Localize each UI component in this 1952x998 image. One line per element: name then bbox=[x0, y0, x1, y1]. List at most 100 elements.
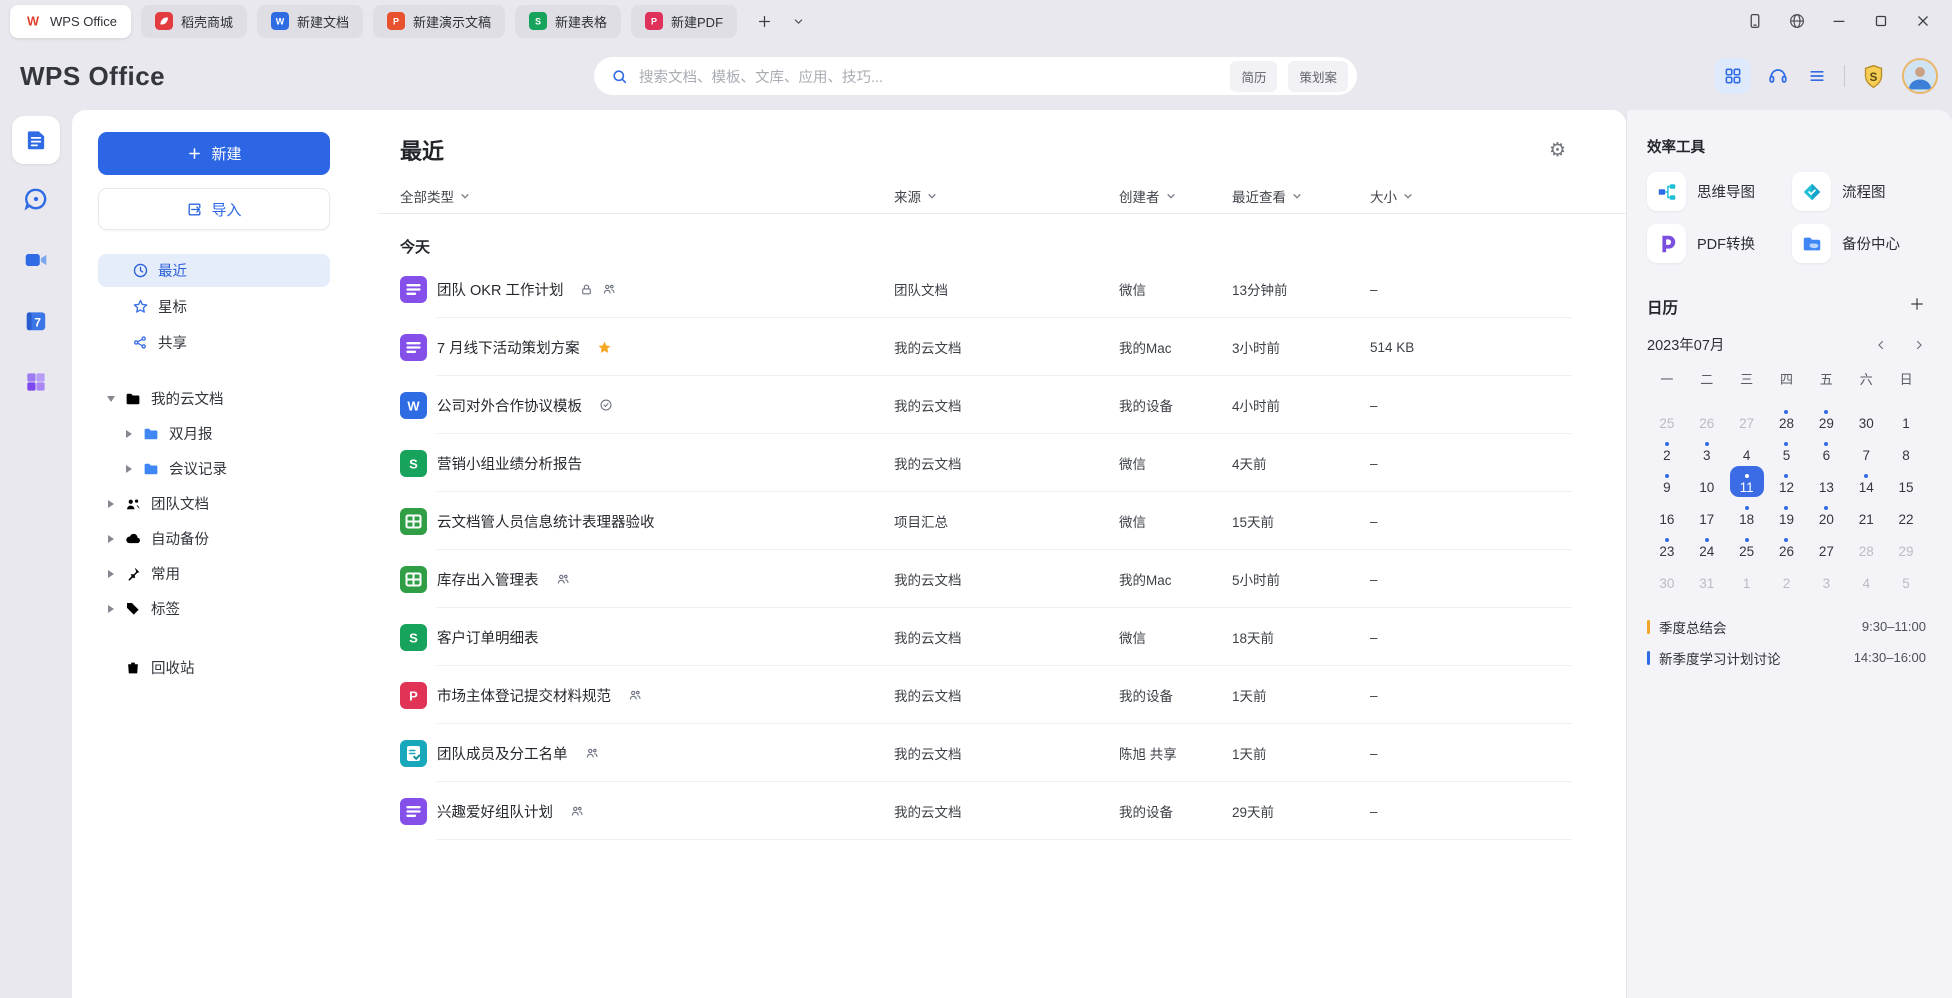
tree-item[interactable]: 常用 bbox=[98, 556, 348, 591]
search-tag-plan[interactable]: 策划案 bbox=[1288, 61, 1348, 92]
import-button[interactable]: 导入 bbox=[98, 188, 330, 230]
calendar-next-icon[interactable] bbox=[1912, 338, 1926, 352]
calendar-day[interactable]: 23 bbox=[1647, 529, 1687, 561]
calendar-day[interactable]: 26 bbox=[1767, 529, 1807, 561]
calendar-event[interactable]: 季度总结会 9:30–11:00 bbox=[1647, 611, 1926, 642]
file-row[interactable]: P 市场主体登记提交材料规范 我的云文档 我的设备 1天前 – bbox=[400, 666, 1602, 724]
sidebar-item-share[interactable]: 共享 bbox=[98, 326, 330, 359]
calendar-day[interactable]: 22 bbox=[1886, 497, 1926, 529]
calendar-day[interactable]: 1 bbox=[1886, 401, 1926, 433]
new-tab-plus-icon[interactable] bbox=[755, 12, 773, 30]
rail-item-apps[interactable] bbox=[14, 360, 58, 404]
expand-arrow-icon[interactable] bbox=[98, 396, 124, 402]
file-row[interactable]: 库存出入管理表 我的云文档 我的Mac 5小时前 – bbox=[400, 550, 1602, 608]
calendar-day[interactable]: 7 bbox=[1846, 433, 1886, 465]
calendar-day-selected[interactable]: 11 bbox=[1727, 465, 1767, 497]
app-tab[interactable]: S 新建表格 bbox=[515, 5, 621, 38]
search-tag-resume[interactable]: 简历 bbox=[1230, 61, 1277, 92]
tool-backup[interactable]: 备份中心 bbox=[1792, 224, 1926, 263]
calendar-day[interactable]: 26 bbox=[1687, 401, 1727, 433]
sidebar-item-clock[interactable]: 最近 bbox=[98, 254, 330, 287]
calendar-day[interactable]: 29 bbox=[1806, 401, 1846, 433]
file-row[interactable]: S 营销小组业绩分析报告 我的云文档 微信 4天前 – bbox=[400, 434, 1602, 492]
membership-badge[interactable]: S bbox=[1860, 63, 1887, 90]
filter-dropdown[interactable]: 全部类型 bbox=[400, 186, 894, 206]
tab-list-chevron-icon[interactable] bbox=[789, 12, 807, 30]
tree-item[interactable]: 自动备份 bbox=[98, 521, 348, 556]
calendar-day[interactable]: 12 bbox=[1767, 465, 1807, 497]
filter-dropdown[interactable]: 创建者 bbox=[1119, 186, 1232, 206]
calendar-day[interactable]: 25 bbox=[1727, 529, 1767, 561]
calendar-day[interactable]: 30 bbox=[1647, 561, 1687, 593]
user-avatar[interactable] bbox=[1902, 58, 1938, 94]
expand-arrow-icon[interactable] bbox=[116, 465, 142, 473]
app-tab[interactable]: P 新建PDF bbox=[631, 5, 737, 38]
tree-item[interactable]: 标签 bbox=[98, 591, 348, 626]
calendar-day[interactable]: 19 bbox=[1767, 497, 1807, 529]
rail-item-docs[interactable] bbox=[12, 116, 60, 164]
rail-item-calendar[interactable]: 7 bbox=[14, 299, 58, 343]
calendar-day[interactable]: 2 bbox=[1767, 561, 1807, 593]
calendar-day[interactable]: 5 bbox=[1886, 561, 1926, 593]
app-tab[interactable]: W 新建文档 bbox=[257, 5, 363, 38]
close-button[interactable] bbox=[1914, 12, 1932, 30]
calendar-day[interactable]: 14 bbox=[1846, 465, 1886, 497]
filter-dropdown[interactable]: 最近查看 bbox=[1232, 186, 1370, 206]
globe-icon[interactable] bbox=[1788, 12, 1806, 30]
calendar-day[interactable]: 18 bbox=[1727, 497, 1767, 529]
app-tab[interactable]: W WPS Office bbox=[10, 5, 131, 38]
expand-arrow-icon[interactable] bbox=[116, 430, 142, 438]
expand-arrow-icon[interactable] bbox=[98, 605, 124, 613]
tree-item[interactable]: 会议记录 bbox=[98, 451, 348, 486]
calendar-day[interactable]: 4 bbox=[1846, 561, 1886, 593]
sidebar-item-star[interactable]: 星标 bbox=[98, 290, 330, 323]
calendar-day[interactable]: 13 bbox=[1806, 465, 1846, 497]
calendar-day[interactable]: 3 bbox=[1806, 561, 1846, 593]
file-row[interactable]: 兴趣爱好组队计划 我的云文档 我的设备 29天前 – bbox=[400, 782, 1602, 840]
calendar-day[interactable]: 27 bbox=[1727, 401, 1767, 433]
calendar-day[interactable]: 8 bbox=[1886, 433, 1926, 465]
calendar-day[interactable]: 25 bbox=[1647, 401, 1687, 433]
tree-item[interactable]: 我的云文档 bbox=[98, 381, 348, 416]
rail-item-meeting[interactable] bbox=[14, 238, 58, 282]
calendar-day[interactable]: 1 bbox=[1727, 561, 1767, 593]
calendar-day[interactable]: 24 bbox=[1687, 529, 1727, 561]
rail-item-chat[interactable] bbox=[14, 177, 58, 221]
filter-dropdown[interactable]: 大小 bbox=[1370, 186, 1602, 206]
file-row[interactable]: 云文档管人员信息统计表理器验收 项目汇总 微信 15天前 – bbox=[400, 492, 1602, 550]
tool-mindmap[interactable]: 思维导图 bbox=[1647, 172, 1792, 211]
file-row[interactable]: S 客户订单明细表 我的云文档 微信 18天前 – bbox=[400, 608, 1602, 666]
expand-arrow-icon[interactable] bbox=[98, 500, 124, 508]
file-row[interactable]: 团队成员及分工名单 我的云文档 陈旭 共享 1天前 – bbox=[400, 724, 1602, 782]
calendar-day[interactable]: 3 bbox=[1687, 433, 1727, 465]
filter-dropdown[interactable]: 来源 bbox=[894, 186, 1119, 206]
calendar-day[interactable]: 15 bbox=[1886, 465, 1926, 497]
calendar-day[interactable]: 5 bbox=[1767, 433, 1807, 465]
calendar-day[interactable]: 17 bbox=[1687, 497, 1727, 529]
menu-icon[interactable] bbox=[1805, 64, 1829, 88]
calendar-day[interactable]: 10 bbox=[1687, 465, 1727, 497]
calendar-day[interactable]: 31 bbox=[1687, 561, 1727, 593]
apps-grid-button[interactable] bbox=[1715, 58, 1751, 94]
sidebar-toggle-icon[interactable] bbox=[1746, 12, 1764, 30]
tree-item[interactable]: 团队文档 bbox=[98, 486, 348, 521]
expand-arrow-icon[interactable] bbox=[98, 535, 124, 543]
support-headset-icon[interactable] bbox=[1766, 64, 1790, 88]
search-input[interactable]: 搜索文档、模板、文库、应用、技巧... 简历 策划案 bbox=[594, 57, 1357, 95]
minimize-button[interactable] bbox=[1830, 12, 1848, 30]
calendar-day[interactable]: 30 bbox=[1846, 401, 1886, 433]
file-row[interactable]: 团队 OKR 工作计划 团队文档 微信 13分钟前 – bbox=[400, 260, 1602, 318]
tool-pdf-convert[interactable]: PDF转换 bbox=[1647, 224, 1792, 263]
settings-gear-icon[interactable]: ⚙ bbox=[1549, 141, 1566, 160]
new-document-button[interactable]: 新建 bbox=[98, 132, 330, 175]
file-row[interactable]: 7 月线下活动策划方案 我的云文档 我的Mac 3小时前 514 KB bbox=[400, 318, 1602, 376]
calendar-day[interactable]: 21 bbox=[1846, 497, 1886, 529]
calendar-day[interactable]: 28 bbox=[1767, 401, 1807, 433]
app-tab[interactable]: P 新建演示文稿 bbox=[373, 5, 505, 38]
calendar-day[interactable]: 6 bbox=[1806, 433, 1846, 465]
calendar-day[interactable]: 4 bbox=[1727, 433, 1767, 465]
calendar-add-icon[interactable] bbox=[1908, 295, 1926, 318]
calendar-day[interactable]: 9 bbox=[1647, 465, 1687, 497]
calendar-day[interactable]: 27 bbox=[1806, 529, 1846, 561]
calendar-day[interactable]: 16 bbox=[1647, 497, 1687, 529]
